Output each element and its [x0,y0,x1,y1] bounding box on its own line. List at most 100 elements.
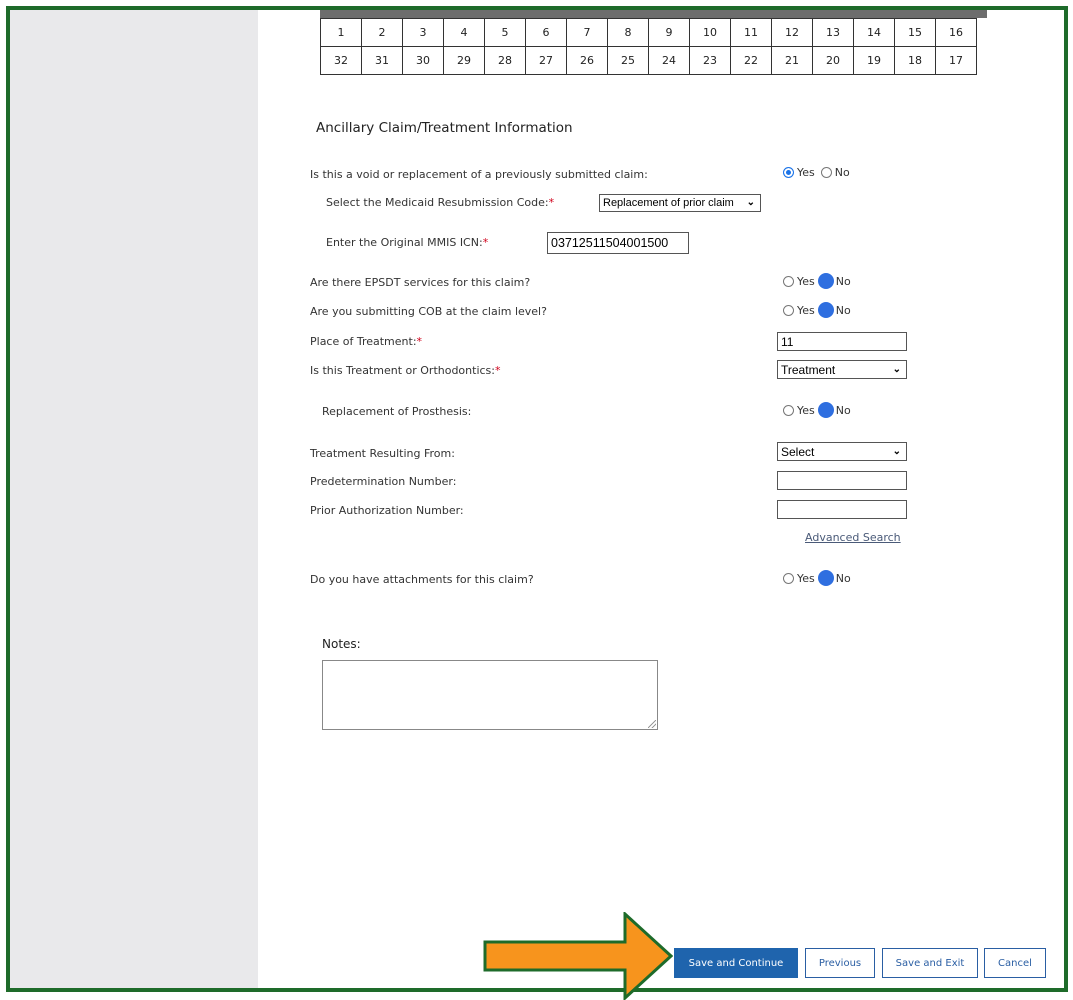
tooth-chart-header-bar [320,10,987,18]
void-no-radio[interactable] [820,167,832,178]
cob-label: Are you submitting COB at the claim leve… [310,305,547,318]
resubmission-code-select[interactable]: Replacement of prior claim ⌄ [599,194,761,212]
chevron-down-icon: ⌄ [892,445,901,457]
chevron-down-icon: ⌄ [746,197,755,208]
tooth-cell[interactable]: 24 [648,46,690,75]
cob-yes-label: Yes [797,303,815,317]
tooth-cell[interactable]: 29 [443,46,485,75]
left-sidebar-panel [10,10,258,988]
tooth-cell[interactable]: 21 [771,46,813,75]
notes-textarea[interactable] [322,660,658,730]
required-marker: * [416,335,423,348]
treatment-type-value: Treatment [781,362,836,377]
required-marker: * [548,196,555,209]
attachments-no-label: No [835,571,851,585]
tooth-cell[interactable]: 30 [402,46,444,75]
original-icn-input[interactable]: 03712511504001500 [547,232,689,254]
chevron-down-icon: ⌄ [892,363,901,375]
resubmission-code-value: Replacement of prior claim [603,197,734,209]
prosthesis-yes-label: Yes [797,403,815,417]
tooth-cell[interactable]: 23 [689,46,731,75]
epsdt-no-radio[interactable] [818,274,833,288]
resubmission-label: Select the Medicaid Resubmission Code:* [326,196,554,209]
tooth-cell[interactable]: 4 [443,18,485,47]
tooth-cell[interactable]: 12 [771,18,813,47]
tooth-cell[interactable]: 9 [648,18,690,47]
tooth-cell[interactable]: 26 [566,46,608,75]
resubmission-label-text: Select the Medicaid Resubmission Code: [326,196,549,209]
prosthesis-yes-radio[interactable] [783,404,794,416]
tooth-cell[interactable]: 15 [894,18,936,47]
tooth-cell[interactable]: 31 [361,46,403,75]
tooth-cell[interactable]: 19 [853,46,895,75]
place-of-treatment-label: Place of Treatment:* [310,335,422,348]
original-icn-label-text: Enter the Original MMIS ICN: [326,236,483,249]
prosthesis-no-label: No [835,403,851,417]
void-radio-group: Yes No [783,166,850,179]
tooth-cell[interactable]: 20 [812,46,854,75]
treatment-type-select[interactable]: Treatment ⌄ [777,360,907,379]
tooth-row-lower: 32 31 30 29 28 27 26 25 24 23 22 21 20 19 18 17 [320,46,977,75]
tooth-cell[interactable]: 22 [730,46,772,75]
treatment-resulting-value: Select [781,444,815,459]
save-and-exit-button[interactable]: Save and Exit [882,948,978,978]
cancel-button[interactable]: Cancel [984,948,1046,978]
tooth-cell[interactable]: 32 [320,46,362,75]
tooth-cell[interactable]: 3 [402,18,444,47]
void-yes-label: Yes [797,166,815,179]
tooth-cell[interactable]: 25 [607,46,649,75]
cob-no-radio[interactable] [818,303,833,317]
predetermination-input[interactable] [777,471,907,490]
previous-button[interactable]: Previous [805,948,875,978]
resize-grip-icon [648,720,656,728]
prosthesis-radio-group: Yes No [783,403,851,417]
cob-radio-group: Yes No [783,303,851,317]
tooth-cell[interactable]: 17 [935,46,977,75]
tooth-row-upper: 1 2 3 4 5 6 7 8 9 10 11 12 13 14 15 16 [320,18,977,47]
epsdt-yes-label: Yes [797,274,815,288]
tooth-cell[interactable]: 6 [525,18,567,47]
attachments-radio-group: Yes No [783,571,851,585]
epsdt-radio-group: Yes No [783,274,851,288]
place-of-treatment-label-text: Place of Treatment: [310,335,417,348]
textarea-resize-grip[interactable] [648,720,656,728]
void-no-label: No [834,166,850,179]
epsdt-label: Are there EPSDT services for this claim? [310,276,531,289]
required-marker: * [482,236,489,249]
predetermination-label: Predetermination Number: [310,475,457,488]
epsdt-no-label: No [835,274,851,288]
tooth-cell[interactable]: 16 [935,18,977,47]
prosthesis-label: Replacement of Prosthesis: [322,405,472,418]
tooth-cell[interactable]: 2 [361,18,403,47]
section-title: Ancillary Claim/Treatment Information [316,120,573,136]
tooth-cell[interactable]: 18 [894,46,936,75]
tooth-cell[interactable]: 14 [853,18,895,47]
tooth-cell[interactable]: 13 [812,18,854,47]
place-of-treatment-input[interactable]: 11 [777,332,907,351]
cob-yes-radio[interactable] [783,304,794,316]
tooth-cell[interactable]: 28 [484,46,526,75]
attachments-label: Do you have attachments for this claim? [310,573,534,586]
tooth-cell[interactable]: 27 [525,46,567,75]
save-and-continue-button[interactable]: Save and Continue [674,948,798,978]
epsdt-yes-radio[interactable] [783,275,794,287]
notes-label: Notes: [322,637,361,651]
tooth-cell[interactable]: 7 [566,18,608,47]
prior-auth-label: Prior Authorization Number: [310,504,464,517]
required-marker: * [495,364,501,377]
attachments-yes-radio[interactable] [783,572,794,584]
tooth-cell[interactable]: 8 [607,18,649,47]
prior-auth-input[interactable] [777,500,907,519]
tooth-cell[interactable]: 11 [730,18,772,47]
tooth-cell[interactable]: 1 [320,18,362,47]
attachments-no-radio[interactable] [818,571,833,585]
treatment-type-label-text: Is this Treatment or Orthodontics: [310,364,495,377]
advanced-search-link[interactable]: Advanced Search [805,531,901,544]
treatment-type-label: Is this Treatment or Orthodontics:* [310,364,501,377]
prosthesis-no-radio[interactable] [818,403,833,417]
void-yes-radio[interactable] [783,167,794,178]
tooth-cell[interactable]: 10 [689,18,731,47]
treatment-resulting-label: Treatment Resulting From: [310,447,455,460]
treatment-resulting-select[interactable]: Select ⌄ [777,442,907,461]
tooth-cell[interactable]: 5 [484,18,526,47]
